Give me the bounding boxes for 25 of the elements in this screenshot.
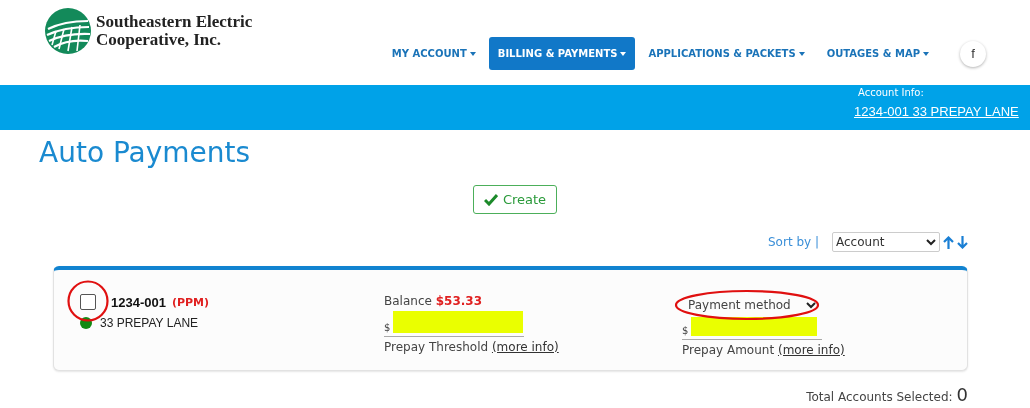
logo-text: Cooperative, Inc. (96, 31, 223, 49)
nav-menu-item[interactable]: BILLING & PAYMENTS (488, 37, 636, 70)
field-label: Prepay Amount (682, 343, 775, 357)
page-title: Auto Payments (39, 136, 252, 169)
sort-by-label: Sort by | (768, 235, 819, 249)
sort-dropdown[interactable]: Account (832, 232, 940, 252)
amount-input-field[interactable]: $ (682, 317, 822, 340)
logo-text: Southeastern Electric (96, 13, 253, 31)
account-info-label: Account Info: (858, 87, 925, 98)
account-address: 33 PREPAY LANE (100, 316, 199, 330)
nav-menu-item[interactable]: MY ACCOUNT (382, 37, 485, 70)
threshold-input-field[interactable]: $ (384, 311, 524, 337)
nav-menu-item[interactable]: OUTAGES & MAP (817, 37, 938, 70)
account-number: 1234-001 (111, 294, 166, 310)
total-selected-label: Total Accounts Selected: (806, 390, 953, 404)
balance-amount: $53.33 (435, 294, 482, 308)
more-info-link[interactable]: (more info) (491, 340, 559, 354)
more-info-link[interactable]: (more info) (777, 343, 845, 357)
nav-menu-item[interactable]: APPLICATIONS & PACKETS (639, 37, 814, 70)
account-type: (PPM) (171, 295, 210, 309)
facebook-button[interactable]: f (960, 40, 986, 67)
total-selected-count: 0 (956, 386, 968, 404)
field-label: Prepay Threshold (384, 340, 489, 354)
create-button[interactable]: Create (472, 185, 558, 214)
balance-label: Balance (384, 294, 432, 308)
